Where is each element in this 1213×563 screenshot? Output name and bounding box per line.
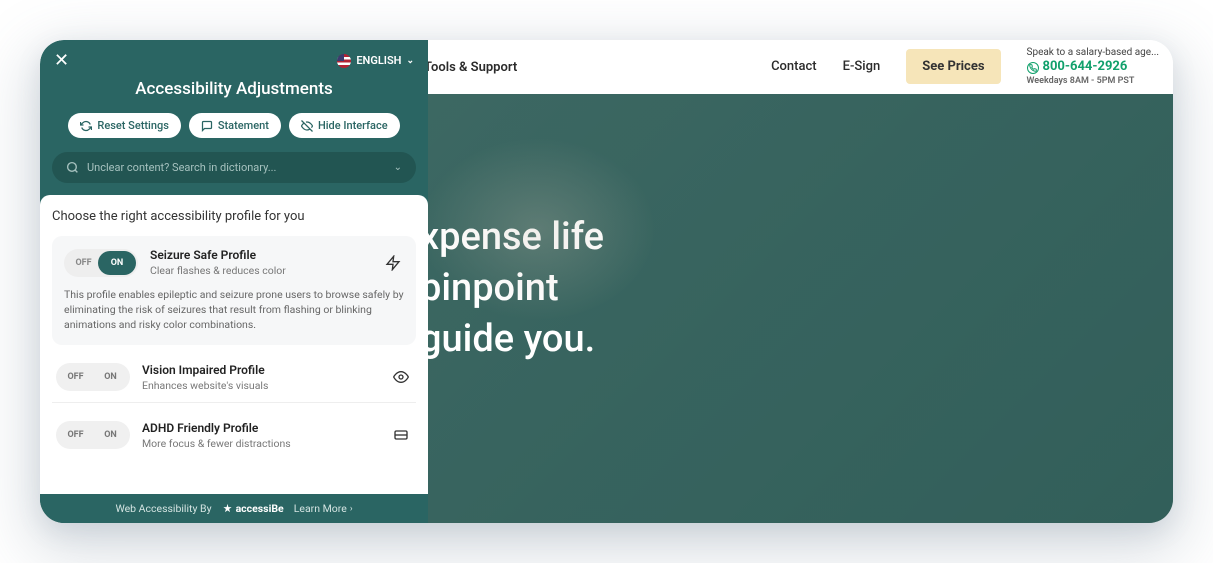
bolt-icon [382,252,404,274]
toggle-off-label: OFF [58,430,93,440]
profiles-heading: Choose the right accessibility profile f… [52,209,416,224]
reset-icon [80,120,92,132]
accessibe-icon [222,503,233,514]
profile-subtitle: More focus & fewer distractions [142,437,378,450]
nav-contact-link[interactable]: Contact [771,59,817,74]
profile-title: Seizure Safe Profile [150,248,370,262]
search-icon [66,161,79,174]
flag-us-icon [337,54,351,68]
learn-more-link[interactable]: Learn More › [294,502,353,515]
hide-label: Hide Interface [318,119,388,132]
phone-number-text: 800-644-2926 [1043,59,1128,76]
toggle-on-label: ON [93,372,128,382]
profile-card-seizure: OFF ON Seizure Safe Profile Clear flashe… [52,236,416,345]
footer-prefix: Web Accessibility By [115,502,211,515]
statement-label: Statement [218,119,269,132]
hide-interface-button[interactable]: Hide Interface [289,113,400,138]
nav-tools-link[interactable]: Tools & Support [424,60,517,75]
see-prices-button[interactable]: See Prices [906,49,1000,84]
vision-toggle[interactable]: OFF ON [56,363,130,391]
reset-settings-button[interactable]: Reset Settings [68,113,180,138]
nav-esign-link[interactable]: E-Sign [843,59,881,74]
app-window: Tools & Support Contact E-Sign See Price… [40,40,1173,523]
close-icon[interactable]: ✕ [54,50,69,71]
language-label: ENGLISH [356,54,401,67]
chevron-down-icon: ⌄ [394,162,402,173]
toggle-off-label: OFF [66,258,101,268]
phone-number[interactable]: 800-644-2926 [1027,59,1128,76]
dictionary-search[interactable]: ⌄ [52,152,416,183]
profile-card-adhd: OFF ON ADHD Friendly Profile More focus … [52,411,416,460]
learn-more-label: Learn More [294,502,347,515]
reset-label: Reset Settings [97,119,168,132]
toggle-on-label: ON [93,430,128,440]
profile-title: ADHD Friendly Profile [142,421,378,435]
accessibility-panel: ✕ ENGLISH ⌄ Accessibility Adjustments Re… [40,40,428,523]
phone-hours: Weekdays 8AM - 5PM PST [1027,76,1135,88]
frame-icon [390,424,412,446]
eye-icon [390,366,412,388]
profile-title: Vision Impaired Profile [142,363,378,377]
profile-subtitle: Enhances website's visuals [142,379,378,392]
hero-image [370,94,790,394]
phone-icon [1027,62,1039,74]
footer-brand-label: accessiBe [236,502,284,515]
seizure-toggle[interactable]: OFF ON [64,249,138,277]
statement-button[interactable]: Statement [189,113,281,138]
chevron-down-icon: ⌄ [406,56,414,66]
accessibe-brand[interactable]: accessiBe [222,502,284,515]
toggle-knob: ON [98,251,136,275]
statement-icon [201,120,213,132]
profile-subtitle: Clear flashes & reduces color [150,264,370,277]
profiles-section: Choose the right accessibility profile f… [40,195,428,494]
panel-footer: Web Accessibility By accessiBe Learn Mor… [40,494,428,523]
adhd-toggle[interactable]: OFF ON [56,421,130,449]
panel-title: Accessibility Adjustments [40,79,428,99]
toggle-off-label: OFF [58,372,93,382]
profile-card-vision: OFF ON Vision Impaired Profile Enhances … [52,353,416,403]
chevron-right-icon: › [350,504,353,514]
hide-icon [301,120,313,132]
phone-caption: Speak to a salary-based age... [1027,46,1159,59]
language-selector[interactable]: ENGLISH ⌄ [337,54,414,68]
profile-description: This profile enables epileptic and seizu… [64,287,404,333]
search-input[interactable] [87,161,386,174]
phone-block: Speak to a salary-based age... 800-644-2… [1027,46,1159,88]
